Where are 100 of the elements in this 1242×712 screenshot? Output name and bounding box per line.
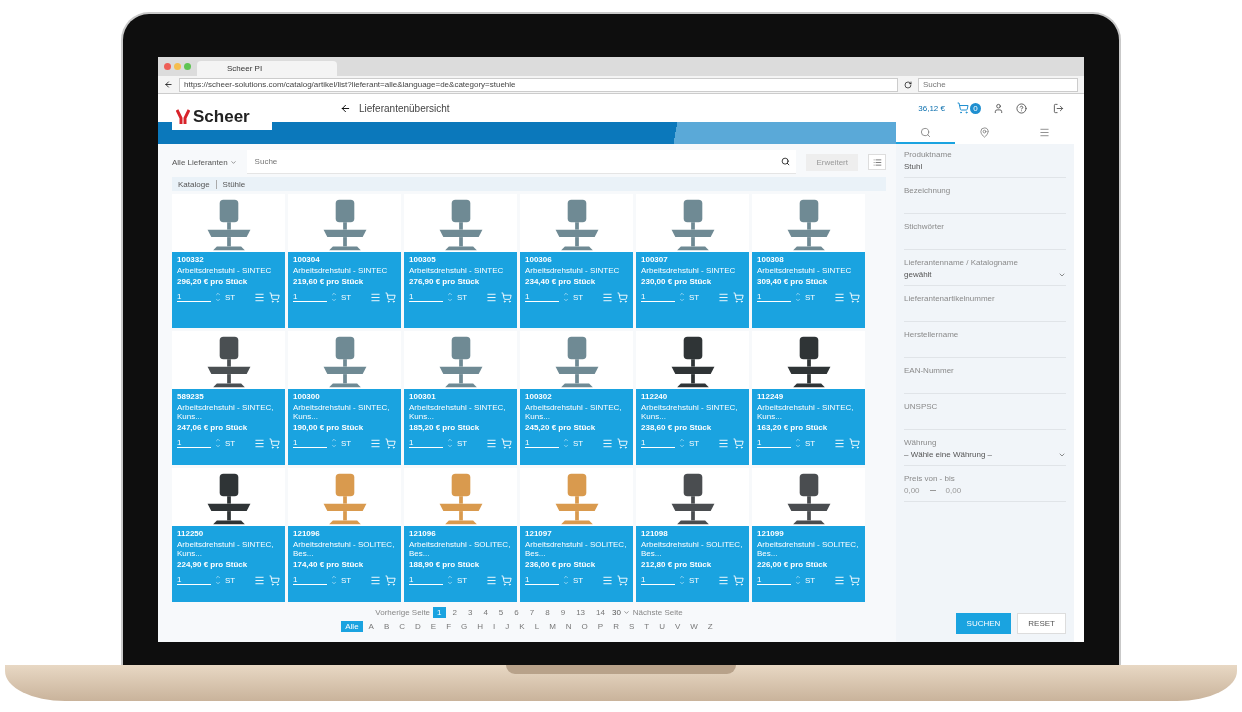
letter-filter-button[interactable]: I [489, 621, 500, 632]
text-field[interactable]: EAN-Nummer [904, 366, 1066, 394]
list-icon[interactable] [254, 291, 265, 303]
price-to-field[interactable]: 0,00 [945, 486, 962, 495]
stepper-icon[interactable] [215, 574, 221, 586]
browser-search-field[interactable]: Suche [918, 77, 1078, 92]
quantity-field[interactable]: 1 [525, 292, 559, 302]
quantity-field[interactable]: 1 [525, 575, 559, 585]
stepper-icon[interactable] [215, 291, 221, 303]
per-page-dropdown[interactable]: 30 [611, 608, 630, 617]
cart-icon[interactable] [385, 574, 396, 586]
letter-filter-button[interactable]: Z [703, 621, 717, 632]
quantity-field[interactable]: 1 [641, 575, 675, 585]
quantity-field[interactable]: 1 [757, 438, 791, 448]
letter-filter-button[interactable]: N [561, 621, 576, 632]
address-bar[interactable]: https://scheer-solutions.com/catalog/artikel/list?lieferant=alle&language=de&category=stuehle [179, 77, 898, 92]
text-field[interactable]: Stichwörter [904, 222, 1066, 250]
list-icon[interactable] [254, 437, 265, 449]
letter-filter-button[interactable]: R [609, 621, 623, 632]
list-icon[interactable] [602, 291, 613, 303]
letter-filter-button[interactable]: P [593, 621, 608, 632]
page-button[interactable]: 7 [525, 607, 539, 618]
page-button[interactable]: 8 [541, 607, 554, 618]
letter-filter-button[interactable]: T [640, 621, 654, 632]
browser-tab[interactable]: Scheer PI [197, 61, 337, 76]
stepper-icon[interactable] [331, 291, 337, 303]
cart-button[interactable]: 0 [957, 102, 981, 114]
search-icon[interactable] [781, 157, 791, 166]
stepper-icon[interactable] [795, 291, 801, 303]
page-button[interactable]: 14 [592, 607, 609, 618]
stepper-icon[interactable] [679, 291, 685, 303]
letter-filter-button[interactable]: W [686, 621, 702, 632]
cart-icon[interactable] [269, 574, 280, 586]
select-field[interactable]: gewählt [904, 270, 1066, 279]
letter-filter-button[interactable]: D [411, 621, 425, 632]
text-field[interactable]: Produktname Stuhl [904, 150, 1066, 178]
quantity-field[interactable]: 1 [757, 292, 791, 302]
quantity-field[interactable]: 1 [293, 292, 327, 302]
search-field[interactable]: Suche [246, 150, 797, 174]
letter-filter-button[interactable]: A [364, 621, 378, 632]
list-icon[interactable] [486, 574, 497, 586]
cart-icon[interactable] [385, 291, 396, 303]
stepper-icon[interactable] [563, 291, 569, 303]
user-icon[interactable] [993, 102, 1004, 114]
cart-icon[interactable] [269, 291, 280, 303]
letter-filter-button[interactable]: H [473, 621, 488, 632]
cart-icon[interactable] [617, 291, 628, 303]
letter-filter-button[interactable]: V [670, 621, 685, 632]
page-button[interactable]: 2 [448, 607, 461, 618]
letter-filter-button[interactable]: K [515, 621, 529, 632]
list-icon[interactable] [486, 437, 497, 449]
back-icon[interactable] [164, 80, 173, 89]
list-icon[interactable] [834, 574, 845, 586]
stepper-icon[interactable] [795, 437, 801, 449]
stepper-icon[interactable] [563, 437, 569, 449]
list-icon[interactable] [718, 437, 729, 449]
cart-icon[interactable] [501, 574, 512, 586]
list-icon[interactable] [370, 574, 381, 586]
list-icon[interactable] [602, 574, 613, 586]
page-button[interactable]: 4 [479, 607, 492, 618]
letter-filter-button[interactable]: O [577, 621, 592, 632]
back-arrow-icon[interactable] [340, 102, 351, 114]
letter-filter-button[interactable]: U [655, 621, 669, 632]
letter-filter-button[interactable]: L [530, 621, 544, 632]
page-button[interactable]: 9 [556, 607, 570, 618]
search-input[interactable]: Suche [252, 156, 782, 167]
page-button[interactable]: 5 [494, 607, 508, 618]
next-page-link[interactable]: Nächste Seite [632, 608, 683, 617]
quantity-field[interactable]: 1 [409, 575, 443, 585]
breadcrumb-link[interactable]: Stühle [215, 179, 246, 189]
cart-icon[interactable] [385, 437, 396, 449]
letter-filter-button[interactable]: M [545, 621, 560, 632]
stepper-icon[interactable] [563, 574, 569, 586]
page-button[interactable]: 6 [510, 607, 523, 618]
text-field[interactable]: Lieferantenartikelnummer [904, 294, 1066, 322]
stepper-icon[interactable] [447, 574, 453, 586]
cart-icon[interactable] [269, 437, 280, 449]
letter-filter-button[interactable]: J [501, 621, 514, 632]
list-icon[interactable] [718, 574, 729, 586]
letter-filter-button[interactable]: C [395, 621, 410, 632]
stepper-icon[interactable] [215, 437, 221, 449]
quantity-field[interactable]: 1 [409, 292, 443, 302]
list-icon[interactable] [370, 291, 381, 303]
supplier-dropdown[interactable]: Alle Lieferanten [172, 157, 237, 167]
letter-filter-button[interactable]: B [379, 621, 394, 632]
page-button[interactable]: 13 [572, 607, 590, 618]
cart-icon[interactable] [733, 574, 744, 586]
letter-filter-button[interactable]: G [457, 621, 472, 632]
quantity-field[interactable]: 1 [293, 438, 327, 448]
stepper-icon[interactable] [447, 437, 453, 449]
letter-filter-button[interactable]: S [624, 621, 639, 632]
cart-icon[interactable] [733, 437, 744, 449]
stepper-icon[interactable] [447, 291, 453, 303]
cart-icon[interactable] [849, 437, 860, 449]
cart-icon[interactable] [617, 574, 628, 586]
quantity-field[interactable]: 1 [757, 575, 791, 585]
cart-icon[interactable] [617, 437, 628, 449]
stepper-icon[interactable] [331, 574, 337, 586]
text-field[interactable]: Herstellername [904, 330, 1066, 358]
page-button[interactable]: 1 [433, 607, 446, 618]
